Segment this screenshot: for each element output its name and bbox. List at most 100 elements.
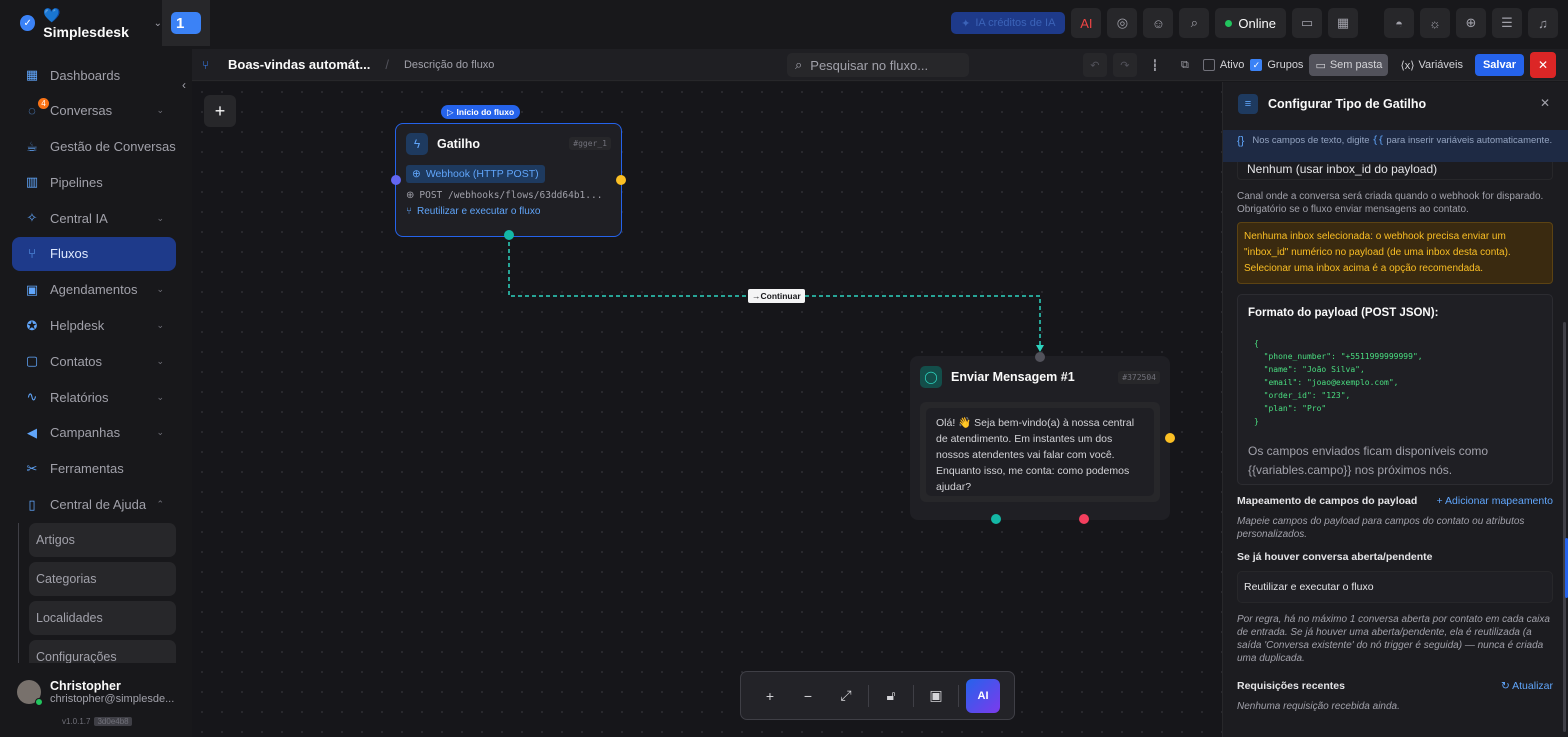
sidebar-item-dashboards[interactable]: ▦ Dashboards [12,58,176,92]
notifications-button[interactable]: ♫ [1528,8,1558,38]
workspace-tab[interactable]: 1 [162,0,210,46]
sidebar-item-central-de-ajuda[interactable]: ▯ Central de Ajuda ⌃ [12,488,176,522]
config-panel: ≡ Configurar Tipo de Gatilho ✕ {} Nos ca… [1222,82,1568,737]
status-button[interactable]: ◎ [1107,8,1138,38]
chevron-down-icon: ⌄ [156,212,164,223]
chevron-down-icon: ⌄ [156,320,164,331]
sidebar-item-agendamentos[interactable]: ▣ Agendamentos ⌄ [12,273,176,307]
grupos-checkbox[interactable]: ✓ Grupos [1250,59,1303,71]
inbox-help: Canal onde a conversa será criada quando… [1237,191,1544,215]
submenu-item[interactable]: Categorias [29,562,176,597]
refresh-button[interactable]: ↻ Atualizar [1501,680,1553,692]
breadcrumb-separator: / [385,57,389,72]
sidebar-item-helpdesk[interactable]: ✪ Helpdesk ⌄ [12,309,176,343]
message-id: #372504 [1118,371,1160,384]
sidebar-item-ferramentas[interactable]: ✂ Ferramentas [12,452,176,486]
sidebar-item-contatos[interactable]: ▢ Contatos ⌄ [12,344,176,378]
save-button[interactable]: Salvar [1474,54,1524,76]
zoom-in-button[interactable]: + [751,681,789,711]
file-icon: ▣ [929,687,943,703]
mask-button[interactable]: ◓ [1384,8,1414,38]
user-profile[interactable]: Christopher christopher@simplesde... [17,679,175,706]
message-success-handle[interactable] [991,514,1001,524]
collapse-sidebar-icon[interactable]: ‹ [182,78,186,92]
lock-button[interactable]: 🔓︎ [872,681,910,711]
sidebar-item-fluxos[interactable]: ⑂ Fluxos [12,236,176,271]
add-mapping-button[interactable]: + Adicionar mapeamento [1437,495,1553,507]
folder-select[interactable]: ▭ Sem pasta [1309,54,1389,76]
message-text: Olá! 👋 Seja bem-vindo(a) à nossa central… [926,408,1154,496]
sidebar-item-relatórios[interactable]: ∿ Relatórios ⌄ [12,380,176,414]
sidebar-item-gestão-de-conversas[interactable]: ☕︎ Gestão de Conversas [12,130,176,164]
tasks-button[interactable]: ☰ [1492,8,1522,38]
flow-icon: ⑂ [28,246,36,262]
user-email: christopher@simplesde... [50,693,175,705]
stats-button[interactable]: ┇ [1143,53,1167,77]
sidebar-item-campanhas[interactable]: ◀ Campanhas ⌄ [12,416,176,450]
close-panel-button[interactable]: ✕ [1540,96,1550,110]
ai-assistant-button[interactable]: AI [1071,8,1102,38]
workspace-number: 1 [171,12,201,34]
ai-credits-label: IA créditos de IA [975,17,1056,29]
redo-button[interactable]: ↷ [1112,53,1137,77]
checklist-icon: ☰ [1501,15,1513,30]
fit-view-button[interactable]: ⤢ [827,681,865,711]
layout-button[interactable]: ⧉ [1173,53,1197,77]
reuse-line: ⑂ Reutilizar e executar o fluxo [406,203,621,219]
submenu-item[interactable]: Artigos [29,523,176,558]
sun-icon: ☼ [1429,15,1441,31]
sidebar-item-central-ia[interactable]: ✧ Central IA ⌄ [12,201,176,235]
panel-scrollbar[interactable] [1563,322,1566,732]
search-icon: ⌕ [795,57,803,72]
contacts-icon: ▢ [25,353,39,369]
submenu-item[interactable]: Localidades [29,601,176,636]
open-conversation-value: Reutilizar e executar o fluxo [1244,581,1374,593]
zoom-out-button[interactable]: − [789,681,827,711]
calendar-icon: ▦ [1336,15,1350,30]
close-flow-button[interactable]: ✕ [1530,52,1556,78]
message-node[interactable]: ◯ Enviar Mensagem #1 #372504 Olá! 👋 Seja… [910,356,1170,520]
message-output-handle[interactable] [1165,433,1175,443]
message-input-handle[interactable] [1035,352,1045,362]
team-button[interactable]: ☺ [1143,8,1174,38]
message-error-handle[interactable] [1079,514,1089,524]
flow-title[interactable]: Boas-vindas automát... [228,57,370,72]
variables-button[interactable]: ⟨x⟩ Variáveis [1394,59,1469,72]
globe-icon: ⊕ [406,189,415,201]
flow-search-placeholder: Pesquisar no fluxo... [810,57,929,73]
ai-builder-button[interactable]: AI [966,678,1000,713]
submenu-item[interactable]: Configurações [29,640,176,664]
ativo-checkbox[interactable]: Ativo [1202,59,1244,71]
sidebar-item-label: Contatos [50,353,103,369]
trigger-node[interactable]: ϟ Gatilho #gger_1 ⊕ Webhook (HTTP POST) … [395,123,622,237]
trigger-input-handle[interactable] [391,175,401,185]
calendar-button[interactable]: ▦ [1328,8,1358,38]
flow-search-input[interactable]: ⌕ Pesquisar no fluxo... [787,53,969,77]
edge-label-text: Continuar [760,291,801,301]
undo-button[interactable]: ↶ [1082,53,1107,77]
sidebar-item-conversas[interactable]: ◌ 4 Conversas ⌄ [12,94,176,128]
flow-canvas[interactable]: + ▷ Início do fluxo ϟ Gatilho #gger_1 ⊕ … [192,82,1222,737]
export-button[interactable]: ▣ [917,681,955,711]
theme-button[interactable]: ☼ [1420,8,1450,38]
online-dot-icon [35,698,43,706]
online-status-toggle[interactable]: Online [1215,8,1286,38]
reuse-label: Reutilizar e executar o fluxo [417,205,541,217]
trigger-continue-handle[interactable] [504,230,514,240]
flow-description[interactable]: Descrição do fluxo [404,59,495,71]
search-button[interactable]: ⌕ [1179,8,1210,38]
trigger-output-handle[interactable] [616,175,626,185]
language-button[interactable]: ⊕ [1456,8,1486,38]
ai-icon: AI [1080,15,1093,31]
open-conversation-select[interactable]: Reutilizar e executar o fluxo [1237,571,1553,603]
chevron-down-icon: ⌄ [156,284,164,295]
chevron-up-icon: ⌃ [156,499,164,510]
version-label: v1.0.1.7 [62,717,91,726]
sidebar-item-label: Conversas [50,103,113,119]
workspace-switcher[interactable]: ✓ 💙Simplesdesk ⌄ [0,7,162,40]
add-node-button[interactable]: + [204,95,236,127]
sidebar-item-pipelines[interactable]: ▥ Pipelines [12,165,176,199]
online-dot-icon [1225,19,1233,27]
ai-credits-button[interactable]: ✦ IA créditos de IA [951,12,1066,34]
messages-button[interactable]: ▭ [1292,8,1322,38]
